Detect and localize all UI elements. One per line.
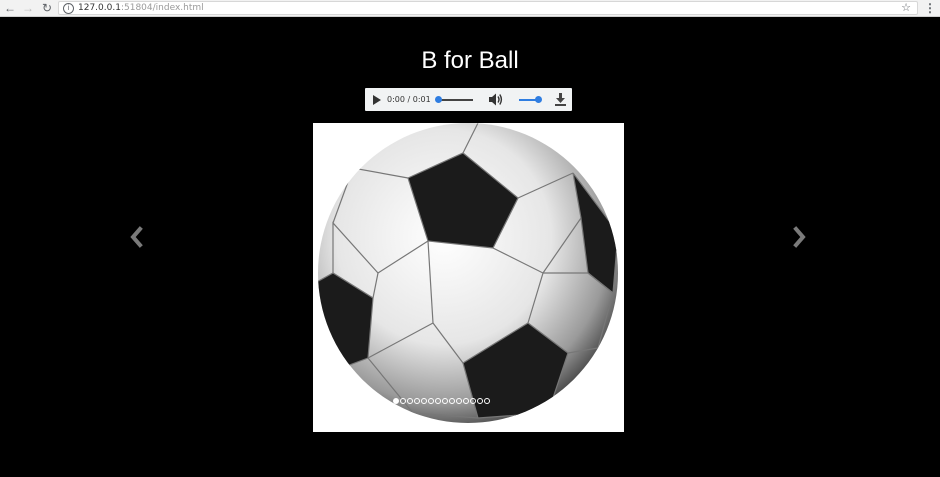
slide-indicator-dot[interactable]	[421, 398, 427, 404]
slide-indicator-dot[interactable]	[428, 398, 434, 404]
slide-indicator-dot[interactable]	[456, 398, 462, 404]
url-host: 127.0.0.1	[78, 3, 121, 13]
audio-progress-bar[interactable]	[438, 99, 473, 101]
slide-indicators	[393, 398, 490, 404]
bookmark-star-icon[interactable]: ☆	[901, 1, 911, 15]
back-icon[interactable]: ←	[2, 0, 18, 16]
volume-icon[interactable]	[488, 92, 504, 107]
browser-menu-icon[interactable]: ⋮	[923, 0, 937, 16]
reload-icon[interactable]: ↻	[39, 0, 55, 16]
browser-toolbar: ← → ↻ i 127.0.0.1:51804/index.html ☆ ⋮	[0, 0, 940, 17]
play-icon[interactable]	[373, 95, 381, 105]
slide-indicator-dot[interactable]	[400, 398, 406, 404]
slide-indicator-dot[interactable]	[393, 398, 399, 404]
download-icon[interactable]	[555, 93, 566, 106]
slide-indicator-dot[interactable]	[477, 398, 483, 404]
slide-indicator-dot[interactable]	[449, 398, 455, 404]
slide-indicator-dot[interactable]	[435, 398, 441, 404]
forward-icon[interactable]: →	[20, 0, 36, 16]
slide-indicator-dot[interactable]	[484, 398, 490, 404]
slide-indicator-dot[interactable]	[414, 398, 420, 404]
audio-progress-thumb[interactable]	[435, 96, 442, 103]
chevron-left-icon[interactable]	[128, 226, 144, 248]
page-title: B for Ball	[421, 47, 519, 74]
chevron-right-icon[interactable]	[792, 226, 808, 248]
slide-indicator-dot[interactable]	[442, 398, 448, 404]
volume-thumb[interactable]	[535, 96, 542, 103]
url-port: :51804/	[120, 3, 156, 13]
slide-indicator-dot[interactable]	[407, 398, 413, 404]
slide-indicator-dot[interactable]	[463, 398, 469, 404]
slide-indicator-dot[interactable]	[470, 398, 476, 404]
address-bar[interactable]: i 127.0.0.1:51804/index.html ☆	[58, 1, 918, 15]
info-icon[interactable]: i	[63, 3, 74, 14]
slide-image	[313, 123, 624, 432]
url-text[interactable]: 127.0.0.1:51804/index.html	[78, 2, 204, 15]
soccer-ball-image	[318, 123, 618, 423]
audio-player: 0:00 / 0:01	[365, 88, 572, 111]
audio-time: 0:00 / 0:01	[387, 95, 431, 104]
url-path: index.html	[155, 3, 204, 13]
